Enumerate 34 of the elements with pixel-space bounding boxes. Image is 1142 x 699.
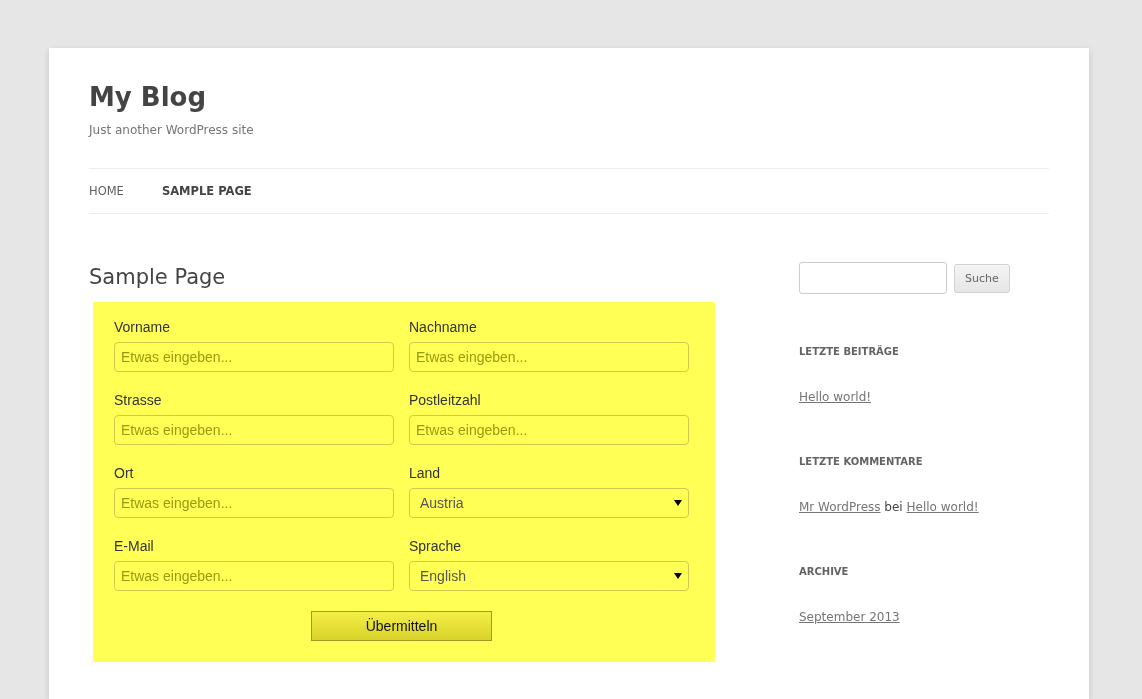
field-label: Vorname bbox=[114, 319, 172, 335]
post-link[interactable]: September 2013 bbox=[799, 610, 900, 624]
text-field[interactable]: Etwas eingeben... bbox=[114, 342, 394, 372]
caret-icon bbox=[674, 500, 682, 506]
comment-entry: Mr WordPress bei Hello world! bbox=[799, 500, 980, 514]
caret-icon bbox=[674, 573, 682, 579]
text-field[interactable]: Etwas eingeben... bbox=[114, 415, 394, 445]
nav-link[interactable]: SAMPLE PAGE bbox=[161, 184, 252, 198]
widget-heading: ARCHIVE bbox=[799, 566, 850, 577]
field-label: Postleitzahl bbox=[409, 392, 482, 408]
text-field[interactable]: Etwas eingeben... bbox=[409, 342, 689, 372]
search-button[interactable]: Suche bbox=[954, 263, 1010, 293]
text-field[interactable]: Etwas eingeben... bbox=[114, 488, 394, 518]
post-link[interactable]: Hello world! bbox=[799, 390, 872, 404]
widget-heading: LETZTE BEITRÄGE bbox=[799, 346, 900, 357]
field-label: Land bbox=[409, 465, 442, 481]
field-label: Strasse bbox=[114, 392, 163, 408]
search-field[interactable] bbox=[799, 262, 947, 294]
field-label: Sprache bbox=[409, 538, 463, 554]
text-field[interactable]: Etwas eingeben... bbox=[114, 561, 394, 591]
field-label: Ort bbox=[114, 465, 135, 481]
text-field[interactable]: Etwas eingeben... bbox=[409, 415, 689, 445]
author-link[interactable]: Mr WordPress bbox=[799, 500, 881, 514]
post-link[interactable]: Hello world! bbox=[906, 500, 979, 514]
field-label: Nachname bbox=[409, 319, 478, 335]
field-label: E-Mail bbox=[114, 538, 155, 554]
page-title: Sample Page bbox=[89, 264, 227, 291]
dropdown-field[interactable]: Austria bbox=[409, 488, 689, 518]
submit-button[interactable]: Übermitteln bbox=[311, 611, 492, 641]
dropdown-field[interactable]: English bbox=[409, 561, 689, 591]
nav-link[interactable]: HOME bbox=[89, 184, 124, 198]
widget-heading: LETZTE KOMMENTARE bbox=[799, 456, 924, 467]
site-title[interactable]: My Blog bbox=[89, 80, 1049, 114]
site-tagline: Just another WordPress site bbox=[89, 123, 255, 137]
